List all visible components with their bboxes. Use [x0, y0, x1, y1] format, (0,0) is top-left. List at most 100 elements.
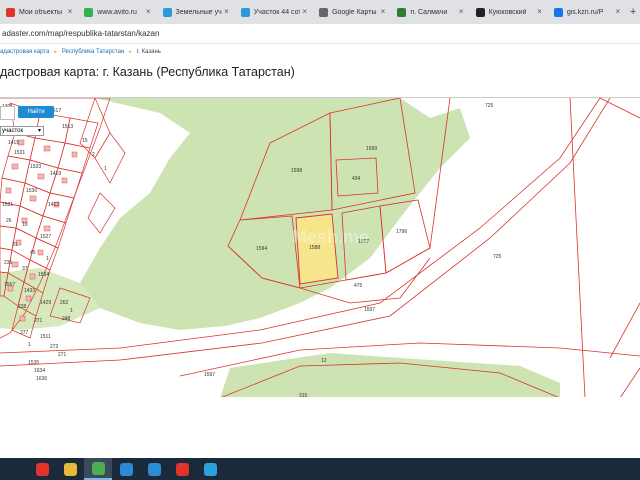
parcel-label: 10 [22, 222, 28, 228]
tab-favicon-icon [162, 7, 172, 17]
cadastral-map[interactable]: 1301141914151533151715131521153115021530… [0, 97, 640, 397]
tab-label: gis.kzn.ru/P [566, 8, 604, 16]
browser-tab[interactable]: Куюковский × [470, 0, 548, 24]
parcel-label: 271 [58, 352, 67, 358]
map-watermark: Mesh.me [292, 227, 369, 247]
parcel-label: 1 [104, 166, 107, 172]
parcel-label: 1 [28, 342, 31, 348]
parcel-label-315: 315 [299, 393, 308, 397]
chrome-icon-glyph [91, 461, 105, 475]
chrome-icon[interactable] [84, 458, 112, 480]
parcel-label-1597: 1597 [204, 372, 215, 378]
parcel-label: 1415 [8, 140, 19, 146]
parcel-label: 271 [34, 318, 43, 324]
parcel-label: 1513 [62, 124, 73, 130]
tab-label: Участок 44 сот [253, 8, 300, 16]
windows-taskbar [0, 458, 640, 480]
file-explorer-icon[interactable] [56, 458, 84, 480]
browser-tab[interactable]: п. Салмачи × [391, 0, 469, 24]
address-bar[interactable]: adaster.com/map/respublika-tatarstan/kaz… [0, 24, 640, 44]
url-text[interactable]: adaster.com/map/respublika-tatarstan/kaz… [2, 29, 159, 38]
parcel-label: 37 [22, 266, 28, 272]
breadcrumb-separator-icon: ▸ [129, 49, 132, 55]
parcel-label: 1511 [40, 334, 51, 340]
map-canvas[interactable]: 1301141914151533151715131521153115021530… [0, 98, 640, 397]
parcel-label: 1531 [14, 150, 25, 156]
breadcrumb-link-map[interactable]: адастровая карта [0, 49, 49, 55]
parcel-label: 1530 [26, 188, 37, 194]
parcel-label-1594: 1594 [256, 246, 267, 252]
breadcrumb-link-region[interactable]: Республика Татарстан [62, 49, 124, 55]
tab-label: п. Салмачи [410, 8, 448, 16]
parcel-label: 31 [12, 242, 18, 248]
file-explorer-icon-glyph [63, 462, 77, 476]
find-button[interactable]: Найти [18, 106, 54, 118]
tab-favicon-icon [240, 7, 250, 17]
tab-favicon-icon [6, 7, 15, 17]
parcel-label: 15 [82, 138, 88, 144]
parcel-label: 1419 [50, 171, 61, 177]
parcel-label: 238 [18, 304, 27, 310]
parcel-label: 1433 [24, 288, 35, 294]
parcel-label: 45 [30, 250, 36, 256]
parcel-label-725: 725 [493, 254, 502, 260]
close-icon[interactable]: × [381, 7, 386, 16]
tab-favicon-icon [319, 7, 329, 17]
edge-icon-glyph [119, 462, 133, 476]
mail-icon[interactable] [140, 458, 168, 480]
parcel-label: 236 [4, 260, 13, 266]
new-tab-button[interactable]: + [626, 6, 640, 18]
browser-tab-strip: Мои объекты×www.avito.ru×Земельные участ… [0, 0, 640, 24]
tab-label: www.avito.ru [97, 8, 137, 16]
tab-favicon-icon [553, 7, 563, 17]
yandex-icon[interactable] [168, 458, 196, 480]
close-icon[interactable]: × [459, 7, 464, 16]
close-icon[interactable]: × [537, 7, 542, 16]
start-button[interactable] [0, 458, 28, 480]
breadcrumb-current: г. Казань [136, 49, 161, 55]
telegram-icon[interactable] [196, 458, 224, 480]
parcel-label-475: 475 [354, 283, 363, 289]
forest-area-bottom [220, 353, 560, 397]
map-search-input[interactable] [0, 106, 15, 120]
parcel-label-12: 12 [321, 358, 327, 364]
parcel-label: 262 [60, 300, 69, 306]
tab-label: Куюковский [488, 8, 527, 16]
mail-icon-glyph [147, 462, 161, 476]
parcel-label-1796: 1796 [396, 229, 407, 235]
parcel-label: 1521 [2, 202, 13, 208]
opera-icon-glyph [35, 462, 49, 476]
browser-tab[interactable]: Мои объекты × [0, 0, 78, 24]
parcel-label-1597: 1597 [364, 307, 375, 313]
tab-favicon-icon [475, 7, 485, 17]
browser-tab[interactable]: Земельные участки× [157, 0, 235, 24]
parcel-label: 1534 [38, 272, 49, 278]
yandex-icon-glyph [175, 462, 189, 476]
browser-tab[interactable]: gis.kzn.ru/P × [548, 0, 626, 24]
tab-favicon-icon [84, 7, 94, 17]
tab-favicon-icon [397, 7, 407, 17]
close-icon[interactable]: × [146, 7, 151, 16]
breadcrumb: адастровая карта ▸ Республика Татарстан … [0, 46, 161, 58]
parcel-label: 1634 [34, 368, 45, 374]
forest-area-main [80, 98, 470, 330]
parcel-label: 277 [20, 330, 29, 336]
parcel-label-1599: 1599 [366, 146, 377, 152]
tab-label: Земельные участки [175, 8, 222, 16]
close-icon[interactable]: × [302, 7, 307, 16]
close-icon[interactable]: × [224, 7, 229, 16]
browser-tab[interactable]: Участок 44 сот × [235, 0, 313, 24]
parcel-label: 1429 [40, 300, 51, 306]
parcel-label: 1 [46, 256, 49, 262]
edge-icon[interactable] [112, 458, 140, 480]
parcel-label: 272 [50, 344, 59, 350]
close-icon[interactable]: × [68, 7, 73, 16]
browser-tab[interactable]: Google Карты × [313, 0, 391, 24]
tab-label: Google Карты [332, 8, 377, 16]
browser-tab[interactable]: www.avito.ru × [78, 0, 156, 24]
telegram-icon-glyph [203, 462, 217, 476]
opera-icon[interactable] [28, 458, 56, 480]
breadcrumb-separator-icon: ▸ [54, 49, 57, 55]
close-icon[interactable]: × [615, 7, 620, 16]
layer-select[interactable]: участок ▾ [0, 126, 44, 136]
